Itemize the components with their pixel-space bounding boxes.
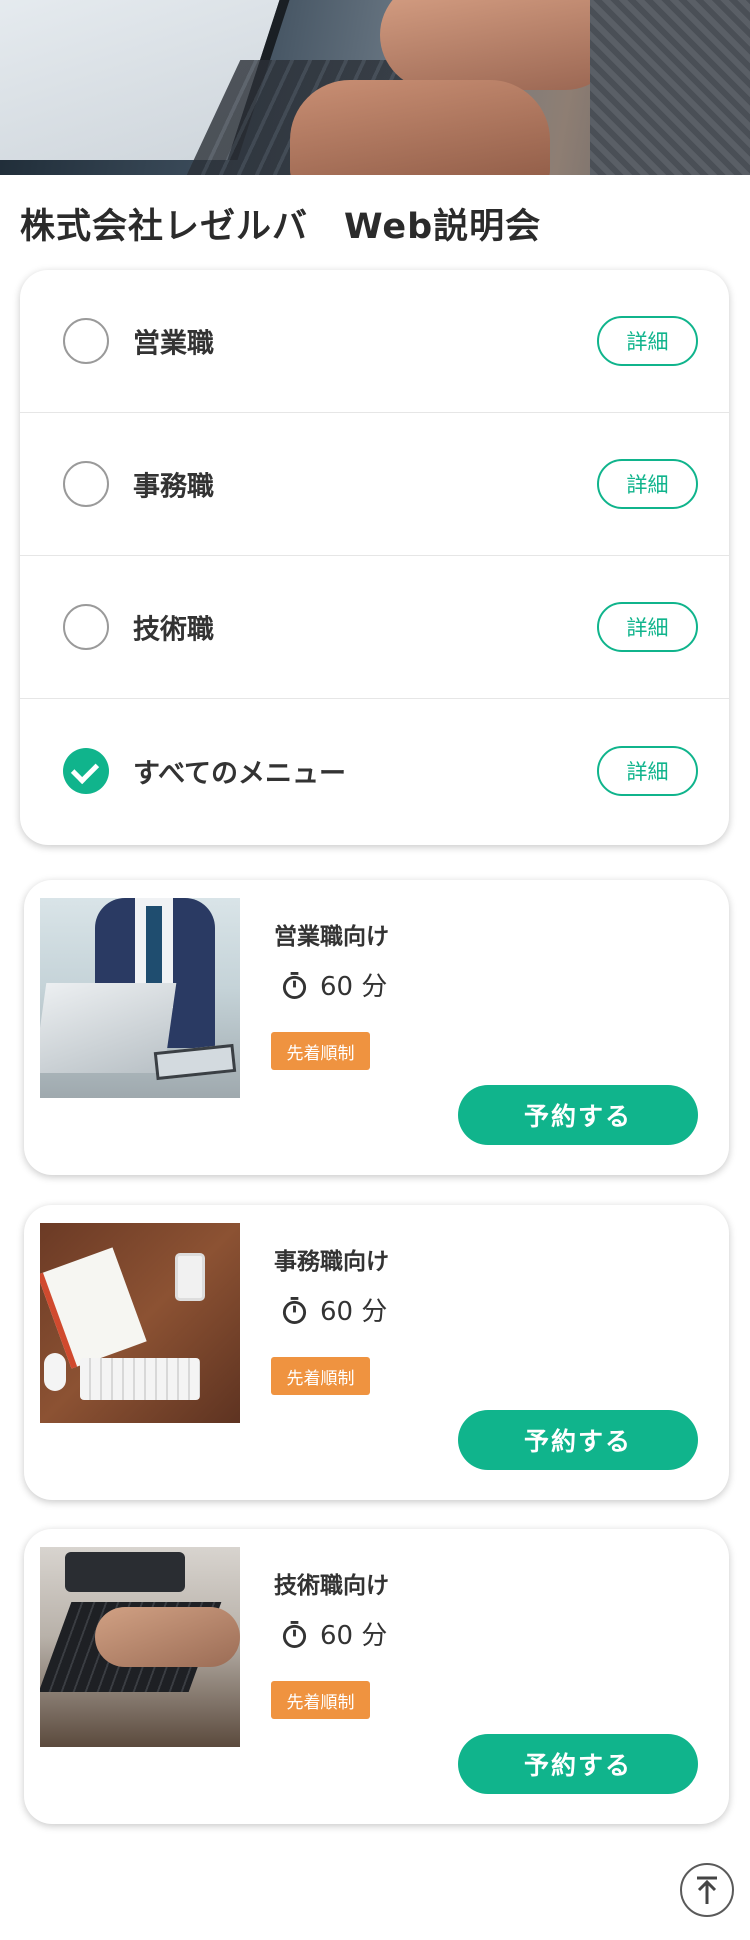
office-desk-photo (40, 1223, 240, 1423)
first-come-badge: 先着順制 (271, 1032, 370, 1070)
keyboard-typing-photo (40, 1547, 240, 1747)
page-title: 株式会社レゼルバ Web説明会 (20, 207, 542, 247)
event-title: 事務職向け (274, 1249, 389, 1275)
check-icon[interactable] (63, 747, 109, 794)
event-card-sales: 営業職向け 60 分 先着順制 予約する (24, 880, 729, 1175)
detail-button[interactable]: 詳細 (597, 459, 698, 509)
menu-item-sales[interactable]: 営業職 詳細 (20, 270, 729, 413)
detail-button[interactable]: 詳細 (597, 745, 698, 796)
menu-item-label: 技術職 (133, 614, 214, 646)
arrow-up-icon (697, 1876, 717, 1904)
first-come-badge: 先着順制 (271, 1357, 370, 1395)
event-card-technical: 技術職向け 60 分 先着順制 予約する (24, 1529, 729, 1824)
stopwatch-icon (282, 1297, 307, 1324)
reserve-button[interactable]: 予約する (458, 1410, 698, 1470)
first-come-badge: 先着順制 (271, 1681, 370, 1719)
radio-button[interactable] (63, 318, 109, 364)
menu-item-technical[interactable]: 技術職 詳細 (20, 556, 729, 699)
reserve-button[interactable]: 予約する (458, 1085, 698, 1145)
event-duration: 60 分 (320, 972, 388, 1002)
sales-meeting-photo (40, 898, 240, 1098)
radio-button[interactable] (63, 461, 109, 507)
event-title: 営業職向け (274, 924, 389, 950)
detail-button[interactable]: 詳細 (597, 602, 698, 652)
reserve-button[interactable]: 予約する (458, 1734, 698, 1794)
event-card-office: 事務職向け 60 分 先着順制 予約する (24, 1205, 729, 1500)
job-menu-list: 営業職 詳細 事務職 詳細 技術職 詳細 すべてのメニュー 詳細 (20, 270, 729, 845)
menu-item-label: 営業職 (133, 328, 214, 360)
menu-item-label: すべてのメニュー (133, 758, 347, 789)
back-to-top-button[interactable] (680, 1863, 734, 1917)
event-duration: 60 分 (320, 1297, 388, 1327)
event-duration: 60 分 (320, 1621, 388, 1651)
hero-image (0, 0, 750, 175)
event-title: 技術職向け (274, 1573, 389, 1599)
menu-item-office[interactable]: 事務職 詳細 (20, 413, 729, 556)
menu-item-all[interactable]: すべてのメニュー 詳細 (20, 699, 729, 842)
detail-button[interactable]: 詳細 (597, 316, 698, 366)
stopwatch-icon (282, 972, 307, 999)
menu-item-label: 事務職 (133, 471, 214, 503)
radio-button[interactable] (63, 604, 109, 650)
stopwatch-icon (282, 1621, 307, 1648)
